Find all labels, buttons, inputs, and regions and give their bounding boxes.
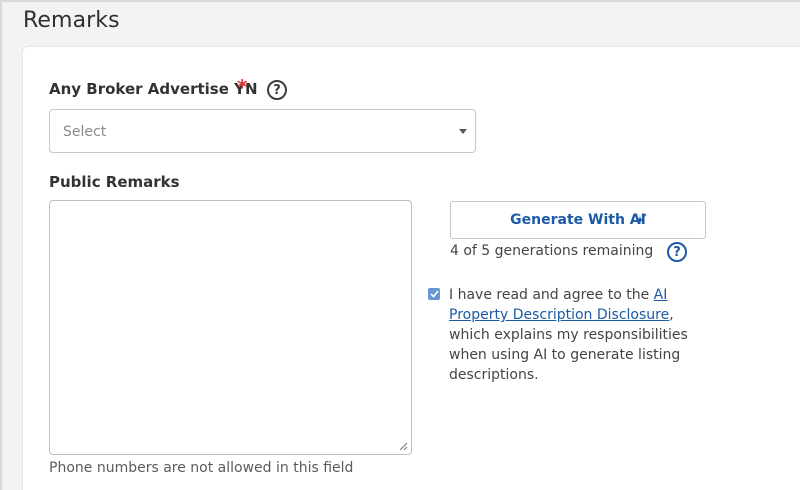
caret-down-icon bbox=[459, 129, 467, 134]
select-placeholder: Select bbox=[63, 124, 107, 140]
disclosure-text-before: I have read and agree to the bbox=[449, 287, 654, 303]
question-circle-icon[interactable]: ? bbox=[667, 242, 687, 262]
public-remarks-label: Public Remarks bbox=[49, 173, 180, 191]
sparkle-icon bbox=[636, 213, 647, 224]
required-indicator: * bbox=[237, 75, 248, 99]
broker-advertise-label: Any Broker Advertise YN bbox=[49, 80, 258, 98]
resize-handle-icon[interactable] bbox=[399, 442, 408, 451]
help-glyph: ? bbox=[273, 82, 281, 98]
left-divider bbox=[0, 0, 2, 490]
check-icon bbox=[429, 290, 439, 298]
generate-with-ai-button[interactable]: Generate With AI bbox=[450, 201, 706, 239]
question-circle-icon[interactable]: ? bbox=[267, 80, 287, 100]
public-remarks-hint: Phone numbers are not allowed in this fi… bbox=[49, 460, 354, 476]
section-title: Remarks bbox=[23, 8, 120, 33]
broker-advertise-select[interactable]: Select bbox=[49, 109, 476, 153]
public-remarks-textarea[interactable] bbox=[49, 200, 412, 455]
top-divider bbox=[0, 0, 800, 2]
generate-with-ai-label: Generate With AI bbox=[510, 212, 646, 228]
disclosure-checkbox[interactable] bbox=[428, 288, 440, 300]
generations-remaining: 4 of 5 generations remaining bbox=[450, 243, 654, 259]
disclosure-text: I have read and agree to the AI Property… bbox=[449, 285, 709, 385]
help-glyph: ? bbox=[673, 244, 681, 260]
